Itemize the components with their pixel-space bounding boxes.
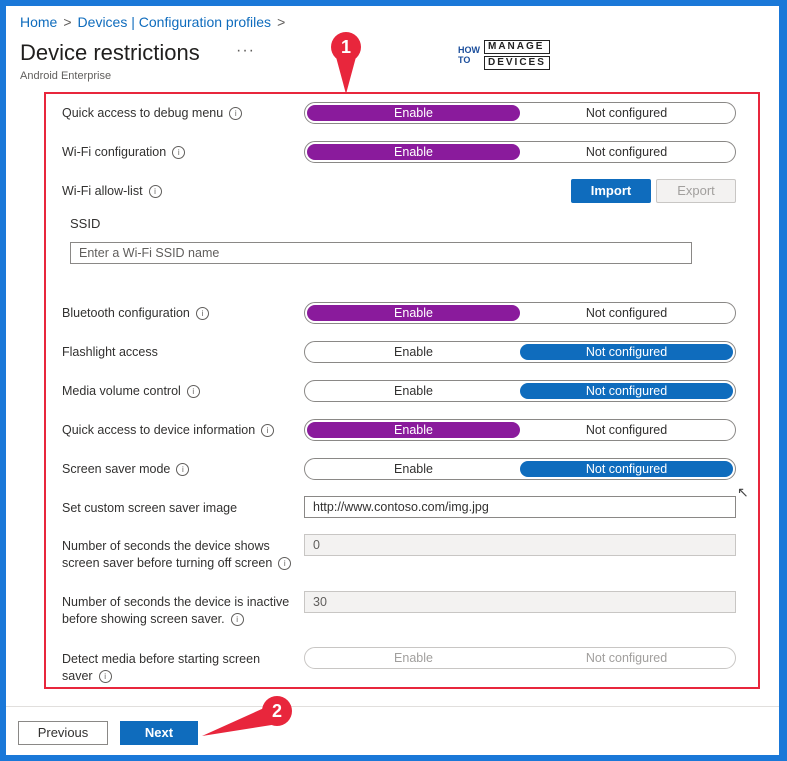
- main-frame: Home > Devices | Configuration profiles …: [6, 6, 779, 755]
- seconds-inactive-input[interactable]: 30: [304, 591, 736, 613]
- breadcrumb-separator: >: [63, 14, 72, 30]
- detect-media-toggle: Enable Not configured: [304, 647, 736, 669]
- not-configured-option[interactable]: Not configured: [520, 383, 733, 399]
- enable-option[interactable]: Enable: [307, 105, 520, 121]
- enable-option[interactable]: Enable: [307, 344, 520, 360]
- callout-badge-1: 1: [331, 32, 361, 62]
- not-configured-option: Not configured: [585, 651, 668, 665]
- info-icon[interactable]: i: [176, 463, 190, 477]
- page-title: Device restrictions: [20, 40, 200, 65]
- media-volume-control-toggle[interactable]: Enable Not configured: [304, 380, 736, 402]
- footer-divider: [6, 706, 779, 707]
- debug-menu-toggle[interactable]: Enable Not configured: [304, 102, 736, 124]
- detect-media-label: Detect media before starting screen save…: [62, 652, 261, 684]
- breadcrumb: Home > Devices | Configuration profiles …: [20, 14, 285, 30]
- breadcrumb-devices[interactable]: Devices | Configuration profiles: [78, 14, 272, 30]
- info-icon[interactable]: i: [186, 385, 200, 399]
- more-options-icon[interactable]: ···: [236, 42, 255, 60]
- device-information-label: Quick access to device information i: [62, 422, 275, 439]
- logo-how-to: HOW TO: [458, 45, 480, 65]
- not-configured-option[interactable]: Not configured: [520, 144, 733, 160]
- wifi-configuration-label: Wi-Fi configuration i: [62, 144, 186, 161]
- wifi-configuration-toggle[interactable]: Enable Not configured: [304, 141, 736, 163]
- import-button[interactable]: Import: [571, 179, 651, 203]
- info-icon[interactable]: i: [230, 613, 244, 627]
- how-to-manage-devices-logo: HOW TO MANAGE DEVICES: [458, 40, 550, 70]
- enable-option[interactable]: Enable: [307, 144, 520, 160]
- not-configured-option[interactable]: Not configured: [520, 422, 733, 438]
- info-icon[interactable]: i: [229, 107, 243, 121]
- bluetooth-configuration-toggle[interactable]: Enable Not configured: [304, 302, 736, 324]
- page-subtitle: Android Enterprise: [20, 70, 112, 82]
- info-icon[interactable]: i: [278, 557, 292, 571]
- ssid-column-header: SSID: [70, 216, 101, 231]
- enable-option[interactable]: Enable: [307, 422, 520, 438]
- not-configured-option[interactable]: Not configured: [520, 305, 733, 321]
- seconds-inactive-label: Number of seconds the device is inactive…: [62, 595, 290, 627]
- custom-screen-saver-image-label: Set custom screen saver image: [62, 501, 238, 515]
- bluetooth-configuration-label: Bluetooth configuration i: [62, 305, 209, 322]
- info-icon[interactable]: i: [98, 670, 112, 684]
- export-button[interactable]: Export: [656, 179, 736, 203]
- info-icon[interactable]: i: [261, 424, 275, 438]
- logo-words: MANAGE DEVICES: [484, 40, 550, 70]
- not-configured-option[interactable]: Not configured: [520, 461, 733, 477]
- next-button[interactable]: Next: [120, 721, 198, 745]
- seconds-shows-input[interactable]: 0: [304, 534, 736, 556]
- info-icon[interactable]: i: [172, 146, 186, 160]
- seconds-shows-label: Number of seconds the device shows scree…: [62, 538, 292, 572]
- mouse-cursor-icon: ↖: [737, 484, 749, 500]
- breadcrumb-home[interactable]: Home: [20, 14, 57, 30]
- info-icon[interactable]: i: [148, 185, 162, 199]
- screen-saver-mode-toggle[interactable]: Enable Not configured: [304, 458, 736, 480]
- not-configured-option[interactable]: Not configured: [520, 105, 733, 121]
- flashlight-access-label: Flashlight access: [62, 345, 158, 359]
- enable-option[interactable]: Enable: [307, 305, 520, 321]
- previous-button[interactable]: Previous: [18, 721, 108, 745]
- breadcrumb-separator: >: [277, 14, 286, 30]
- callout-badge-2: 2: [262, 696, 292, 726]
- flashlight-access-toggle[interactable]: Enable Not configured: [304, 341, 736, 363]
- info-icon[interactable]: i: [195, 307, 209, 321]
- custom-screen-saver-image-input[interactable]: http://www.contoso.com/img.jpg: [304, 496, 736, 518]
- device-information-toggle[interactable]: Enable Not configured: [304, 419, 736, 441]
- media-volume-control-label: Media volume control i: [62, 383, 200, 400]
- enable-option[interactable]: Enable: [307, 383, 520, 399]
- debug-menu-label: Quick access to debug menu i: [62, 105, 243, 122]
- ssid-input[interactable]: Enter a Wi-Fi SSID name: [70, 242, 692, 264]
- enable-option[interactable]: Enable: [307, 461, 520, 477]
- wifi-allow-list-label: Wi-Fi allow-list i: [62, 183, 162, 200]
- screen-saver-mode-label: Screen saver mode i: [62, 461, 190, 478]
- not-configured-option[interactable]: Not configured: [520, 344, 733, 360]
- enable-option: Enable: [394, 651, 433, 665]
